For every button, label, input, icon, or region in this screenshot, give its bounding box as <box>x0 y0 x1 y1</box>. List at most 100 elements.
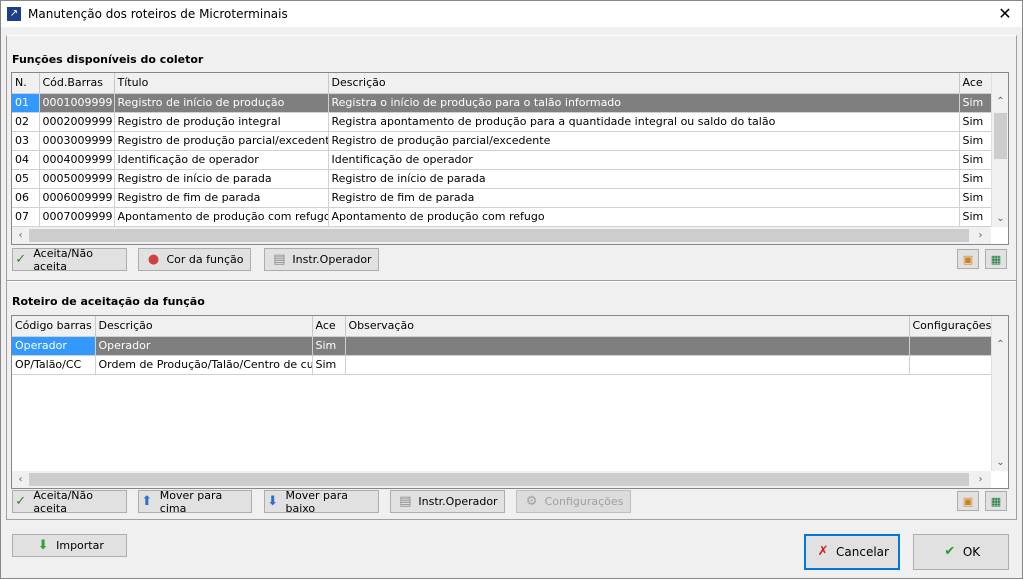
table-cell[interactable]: 0004009999 <box>39 150 115 170</box>
table-cell[interactable]: 03 <box>12 131 40 151</box>
table-cell[interactable]: 04 <box>12 150 40 170</box>
table-cell[interactable]: 0006009999 <box>39 188 115 208</box>
button-label: Instr.Operador <box>418 495 498 508</box>
arrow-up-icon: ⬆ <box>141 493 153 509</box>
table-cell[interactable]: Operador <box>12 336 96 356</box>
title-bar: ↗ Manutenção dos roteiros de Microtermin… <box>1 1 1022 27</box>
table-cell[interactable]: Sim <box>312 336 346 356</box>
table-cell[interactable]: 0007009999 <box>39 207 115 227</box>
table-cell[interactable]: Registro de fim de parada <box>114 188 329 208</box>
table-cell[interactable]: Sim <box>312 355 346 375</box>
excel-export-button[interactable]: ▦ <box>985 249 1007 269</box>
column-header-observation[interactable]: Observação <box>345 316 910 337</box>
table-cell[interactable]: Registro de início de parada <box>114 169 329 189</box>
table-cell[interactable]: Sim <box>959 150 993 170</box>
column-header-ace[interactable]: Ace <box>959 73 993 94</box>
table-cell[interactable]: Operador <box>95 336 313 356</box>
table-row[interactable]: 06 0006009999 Registro de fim de parada Reg… <box>12 188 993 208</box>
column-header-title[interactable]: Título <box>114 73 329 94</box>
export-folder-button[interactable]: ▣ <box>957 249 979 269</box>
scrollbar-thumb[interactable] <box>29 229 969 242</box>
vertical-scrollbar[interactable]: ⌃ ⌄ <box>991 73 1008 227</box>
table-cell[interactable]: 0005009999 <box>39 169 115 189</box>
ok-button[interactable]: ✔ OK <box>913 534 1009 570</box>
table-cell[interactable]: Apontamento de produção com refugo <box>114 207 329 227</box>
route-section-title: Roteiro de aceitação da função <box>12 295 205 308</box>
excel-export-button[interactable]: ▦ <box>985 491 1007 511</box>
table-cell[interactable]: Registro de início de parada <box>328 169 960 189</box>
table-cell[interactable]: OP/Talão/CC <box>12 355 96 375</box>
table-cell[interactable]: Sim <box>959 93 993 113</box>
column-header-settings[interactable]: Configurações <box>909 316 993 337</box>
table-cell[interactable]: 0002009999 <box>39 112 115 132</box>
table-row[interactable]: 07 0007009999 Apontamento de produção com … <box>12 207 993 227</box>
table-cell[interactable]: Registro de produção parcial/excedente <box>114 131 329 151</box>
table-cell[interactable]: Registra o início de produção para o tal… <box>328 93 960 113</box>
button-label: Mover para cima <box>159 488 223 515</box>
table-cell[interactable]: Sim <box>959 188 993 208</box>
horizontal-scrollbar[interactable]: ‹ › <box>12 227 991 244</box>
table-row[interactable]: 05 0005009999 Registro de início de parada… <box>12 169 993 189</box>
table-cell[interactable]: Registra apontamento de produção para a … <box>328 112 960 132</box>
table-cell[interactable] <box>909 355 993 375</box>
scrollbar-thumb[interactable] <box>994 113 1007 159</box>
table-cell[interactable]: Ordem de Produção/Talão/Centro de custo <box>95 355 313 375</box>
operator-instructions-button[interactable]: ▤ Instr.Operador <box>264 248 379 271</box>
import-button[interactable]: ⬇ Importar <box>12 534 127 557</box>
table-cell[interactable]: Registro de produção integral <box>114 112 329 132</box>
vertical-scrollbar[interactable]: ⌃ ⌄ <box>991 316 1008 471</box>
table-row[interactable]: 02 0002009999 Registro de produção integra… <box>12 112 993 132</box>
horizontal-scrollbar[interactable]: ‹ › <box>12 471 991 488</box>
table-cell[interactable] <box>345 336 910 356</box>
accept-toggle-button[interactable]: ✓ Aceita/Não aceita <box>12 247 127 273</box>
table-cell[interactable] <box>345 355 910 375</box>
table-row[interactable]: 03 0003009999 Registro de produção parcial… <box>12 131 993 151</box>
column-header-description[interactable]: Descrição <box>328 73 960 94</box>
route-operator-instructions-button[interactable]: ▤ Instr.Operador <box>390 490 505 513</box>
column-header-ace[interactable]: Ace <box>312 316 346 337</box>
export-folder-button[interactable]: ▣ <box>957 491 979 511</box>
table-cell[interactable]: 0003009999 <box>39 131 115 151</box>
document-icon: ▤ <box>399 493 412 509</box>
table-row[interactable]: Operador Operador Sim <box>12 336 993 356</box>
column-header-barcode[interactable]: Código barras <box>12 316 96 337</box>
table-cell[interactable]: 07 <box>12 207 40 227</box>
function-color-button[interactable]: ● Cor da função <box>138 248 251 271</box>
close-button[interactable]: ✕ <box>991 3 1019 25</box>
divider <box>7 280 1016 282</box>
column-header-n[interactable]: N. <box>12 73 40 94</box>
table-cell[interactable]: 05 <box>12 169 40 189</box>
table-row[interactable]: 04 0004009999 Identificação de operador Ide… <box>12 150 993 170</box>
column-header-barcode[interactable]: Cód.Barras <box>39 73 115 94</box>
table-cell[interactable]: Identificação de operador <box>328 150 960 170</box>
table-cell[interactable]: Sim <box>959 169 993 189</box>
scrollbar-thumb[interactable] <box>29 473 969 486</box>
table-cell[interactable]: Sim <box>959 131 993 151</box>
table-cell[interactable]: 0001009999 <box>39 93 115 113</box>
cancel-button[interactable]: ✗ Cancelar <box>804 534 900 570</box>
button-label: Aceita/Não aceita <box>33 488 93 515</box>
table-cell[interactable]: 06 <box>12 188 40 208</box>
table-row[interactable]: OP/Talão/CC Ordem de Produção/Talão/Centr… <box>12 355 993 375</box>
route-grid[interactable]: Código barras Descrição Ace Observação C… <box>11 315 1009 489</box>
move-up-button[interactable]: ⬆ Mover para cima <box>138 488 252 515</box>
table-cell[interactable]: Sim <box>959 112 993 132</box>
accept-reject-icon: ✓ <box>15 493 27 509</box>
functions-grid[interactable]: N. Cód.Barras Título Descrição Ace 01 000… <box>11 72 1009 245</box>
column-header-description[interactable]: Descrição <box>95 316 313 337</box>
table-row[interactable]: 01 0001009999 Registro de início de produç… <box>12 93 993 113</box>
table-cell[interactable]: Sim <box>959 207 993 227</box>
table-cell[interactable]: 01 <box>12 93 40 113</box>
table-cell[interactable]: Registro de produção parcial/excedente <box>328 131 960 151</box>
table-cell[interactable]: Registro de fim de parada <box>328 188 960 208</box>
table-cell[interactable] <box>909 336 993 356</box>
cancel-icon: ✗ <box>817 544 829 559</box>
table-cell[interactable]: Apontamento de produção com refugo <box>328 207 960 227</box>
table-cell[interactable]: Identificação de operador <box>114 150 329 170</box>
table-cell[interactable]: Registro de início de produção <box>114 93 329 113</box>
table-cell[interactable]: 02 <box>12 112 40 132</box>
settings-button[interactable]: ⚙ Configurações <box>516 490 631 513</box>
move-down-button[interactable]: ⬇ Mover para baixo <box>264 489 379 515</box>
route-accept-toggle-button[interactable]: ✓ Aceita/Não aceita <box>12 488 127 515</box>
app-icon: ↗ <box>7 7 21 21</box>
